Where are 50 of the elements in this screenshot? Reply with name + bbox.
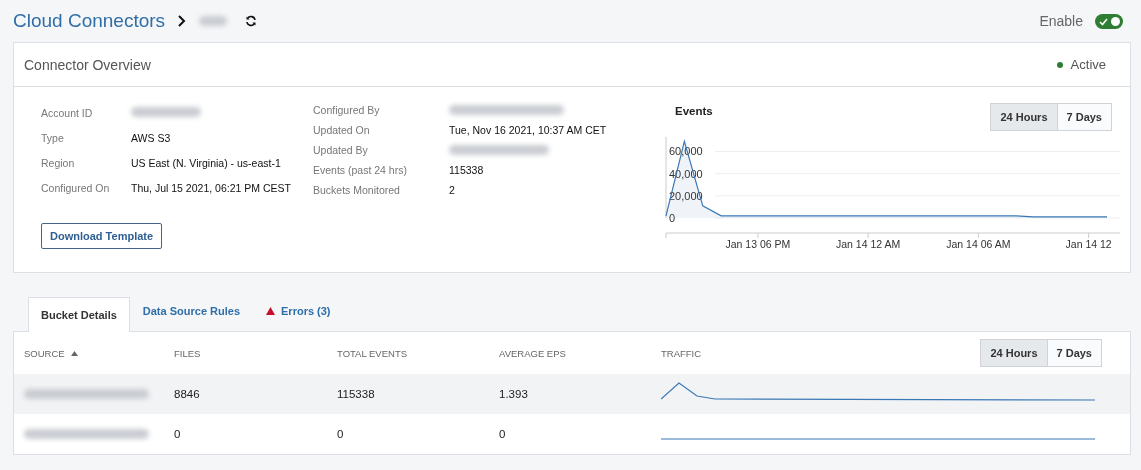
- card-title: Connector Overview: [24, 56, 152, 73]
- download-template-button[interactable]: Download Template: [41, 223, 163, 249]
- field-label: Configured By: [313, 103, 381, 118]
- x-tick-label: Jan 14 12 AM: [836, 238, 901, 250]
- range-button[interactable]: 7 Days: [1057, 104, 1111, 130]
- x-tick-label: Jan 13 06 PM: [725, 238, 791, 250]
- field-label: Updated On: [313, 123, 371, 138]
- column-header[interactable]: TRAFFIC: [661, 347, 702, 359]
- breadcrumb-link[interactable]: Cloud Connectors: [13, 10, 166, 32]
- table-cell-text: 0: [337, 428, 345, 440]
- tab[interactable]: Data Source Rules: [129, 295, 253, 325]
- chevron-icon: [177, 15, 188, 27]
- table-cell-text: 115338: [337, 388, 376, 400]
- column-header[interactable]: FILES: [174, 347, 337, 359]
- table-cell-text: 8846: [174, 388, 201, 400]
- enable-toggle[interactable]: [1095, 13, 1123, 29]
- check-icon: [1099, 17, 1108, 26]
- range-button[interactable]: 24 Hours: [991, 104, 1058, 130]
- field-value: Thu, Jul 15 2021, 06:21 PM CEST: [131, 181, 291, 194]
- x-tick-label: Jan 14 06 AM: [946, 238, 1011, 250]
- table-row[interactable]: 8846 115338 1.393: [14, 374, 1130, 414]
- column-header[interactable]: TOTAL EVENTS: [337, 347, 499, 359]
- refresh-icon[interactable]: [245, 15, 258, 27]
- tab[interactable]: Bucket Details: [28, 297, 130, 332]
- column-header[interactable]: AVERAGE EPS: [499, 347, 661, 359]
- field-label: Region: [41, 155, 76, 171]
- field-label: Account ID: [41, 105, 94, 121]
- chart-title: Events: [675, 105, 713, 117]
- x-tick-label: Jan 14 12: [1065, 238, 1112, 250]
- warning-icon: [266, 306, 275, 315]
- field-label: Configured On: [41, 180, 111, 196]
- field-value: AWS S3: [131, 131, 171, 144]
- tab[interactable]: Errors (3): [253, 295, 344, 325]
- field-value: US East (N. Virginia) - us-east-1: [131, 156, 281, 169]
- field-label: Events (past 24 hrs): [313, 163, 408, 178]
- table-cell-text: 0: [174, 428, 182, 440]
- table-cell-text: 1.393: [499, 388, 529, 400]
- status-label: Active: [1070, 57, 1106, 72]
- range-button[interactable]: 7 Days: [1047, 340, 1101, 366]
- table-cell-text: 0: [499, 428, 507, 440]
- column-header[interactable]: SOURCE: [24, 347, 174, 359]
- field-value: 2: [449, 184, 455, 196]
- y-tick-label: 0: [669, 212, 676, 224]
- enable-label: Enable: [1039, 13, 1083, 29]
- field-label: Type: [41, 130, 65, 146]
- field-label: Buckets Monitored: [313, 183, 401, 198]
- field-value: Tue, Nov 16 2021, 10:37 AM CET: [449, 124, 607, 136]
- field-label: Updated By: [313, 143, 369, 158]
- range-button[interactable]: 24 Hours: [981, 340, 1048, 366]
- field-value: 115338: [449, 164, 484, 176]
